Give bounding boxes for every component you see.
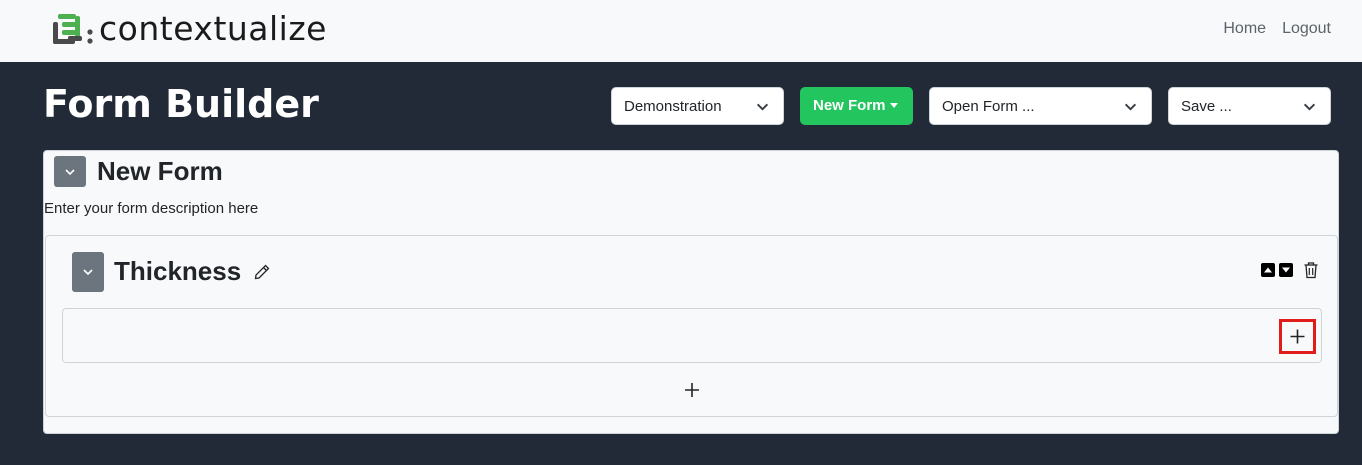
- form-description[interactable]: Enter your form description here: [44, 200, 258, 217]
- field-container: [62, 308, 1322, 363]
- form-card: New Form Enter your form description her…: [43, 150, 1339, 434]
- nav-links: Home Logout: [1223, 20, 1331, 38]
- brand-name[interactable]: contextualize: [99, 9, 327, 48]
- chevron-down-icon: [1303, 103, 1316, 111]
- save-select[interactable]: Save ...: [1168, 87, 1331, 125]
- open-form-value: Open Form ...: [942, 98, 1035, 115]
- add-field-button[interactable]: [1279, 319, 1316, 354]
- pencil-icon[interactable]: [253, 263, 271, 281]
- move-down-icon[interactable]: [1279, 263, 1293, 277]
- chevron-down-icon: [83, 269, 93, 276]
- chevron-down-icon: [65, 169, 75, 176]
- nav-home-link[interactable]: Home: [1223, 20, 1266, 38]
- section-title: Thickness: [114, 256, 242, 286]
- new-form-button[interactable]: New Form: [800, 87, 913, 125]
- form-title[interactable]: New Form: [97, 156, 223, 187]
- section-collapse-button[interactable]: [72, 252, 104, 292]
- new-form-label: New Form: [813, 97, 886, 114]
- form-collapse-button[interactable]: [54, 156, 86, 187]
- page-title: Form Builder: [43, 82, 319, 126]
- chevron-down-icon: [756, 103, 769, 111]
- trash-icon[interactable]: [1303, 261, 1319, 279]
- plus-icon: [1290, 329, 1305, 344]
- add-section-plus-icon[interactable]: [684, 382, 700, 398]
- caret-down-icon: [889, 102, 898, 108]
- form-section: Thickness: [45, 235, 1338, 417]
- move-up-icon[interactable]: [1261, 263, 1275, 277]
- project-select-value: Demonstration: [624, 98, 722, 115]
- contextualize-logo[interactable]: [50, 10, 98, 50]
- project-select[interactable]: Demonstration: [611, 87, 784, 125]
- save-value: Save ...: [1181, 98, 1232, 115]
- chevron-down-icon: [1124, 103, 1137, 111]
- open-form-select[interactable]: Open Form ...: [929, 87, 1152, 125]
- top-navbar: contextualize Home Logout: [0, 0, 1362, 62]
- nav-logout-link[interactable]: Logout: [1282, 20, 1331, 38]
